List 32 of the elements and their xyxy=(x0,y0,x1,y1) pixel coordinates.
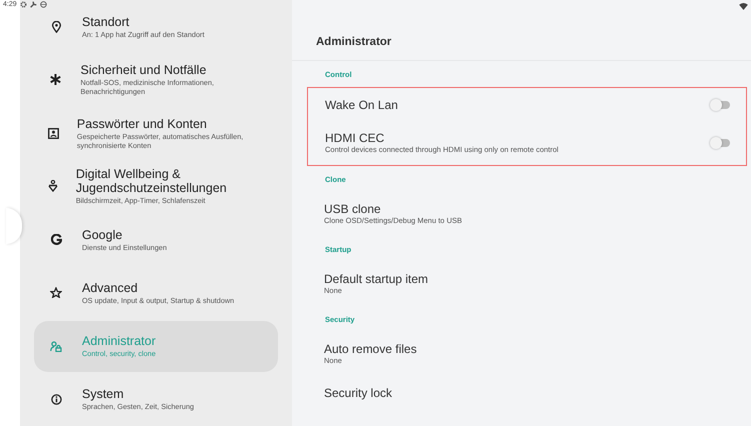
sidebar-item-title: Google xyxy=(82,228,124,242)
toggle-switch[interactable] xyxy=(712,100,730,108)
sidebar-item-title: Administrator xyxy=(82,334,156,348)
info-icon xyxy=(50,394,62,405)
sidebar-item-title: Passwörter und Konten xyxy=(76,116,208,131)
setting-title: Auto remove files xyxy=(324,342,418,356)
setting-title: USB clone xyxy=(324,202,382,216)
sidebar-item-title: Advanced xyxy=(82,280,139,295)
sidebar-item-title: Digital Wellbeing & Jugendschutzeinstellungen xyxy=(76,167,228,196)
star-outline-icon xyxy=(50,287,62,298)
setting-title: HDMI CEC xyxy=(325,131,386,145)
account-box-icon xyxy=(48,128,59,139)
g-logo-icon xyxy=(50,234,62,246)
people-lock-icon xyxy=(50,340,62,352)
setting-title: Default startup item xyxy=(324,272,430,286)
heart-person-icon xyxy=(48,180,58,192)
gear-icon xyxy=(20,1,27,8)
page-title: Administrator xyxy=(316,36,392,48)
sidebar-item-title: Sicherheit und Notfälle xyxy=(80,63,208,78)
setting-title: Security lock xyxy=(324,386,394,400)
location-pin-icon xyxy=(50,20,62,33)
sidebar-item-title: System xyxy=(82,387,125,402)
wifi-icon xyxy=(739,3,748,10)
sidebar-item-title: Standort xyxy=(82,14,130,29)
globe-icon xyxy=(40,1,47,8)
setting-row[interactable]: Wake On Lan xyxy=(308,88,746,121)
wrench-icon xyxy=(30,1,37,8)
asterisk-icon xyxy=(50,74,61,86)
drawer-handle[interactable] xyxy=(6,208,22,244)
setting-title: Wake On Lan xyxy=(325,98,399,112)
setting-row[interactable]: Security lock xyxy=(307,376,747,409)
toggle-switch[interactable] xyxy=(712,139,730,147)
